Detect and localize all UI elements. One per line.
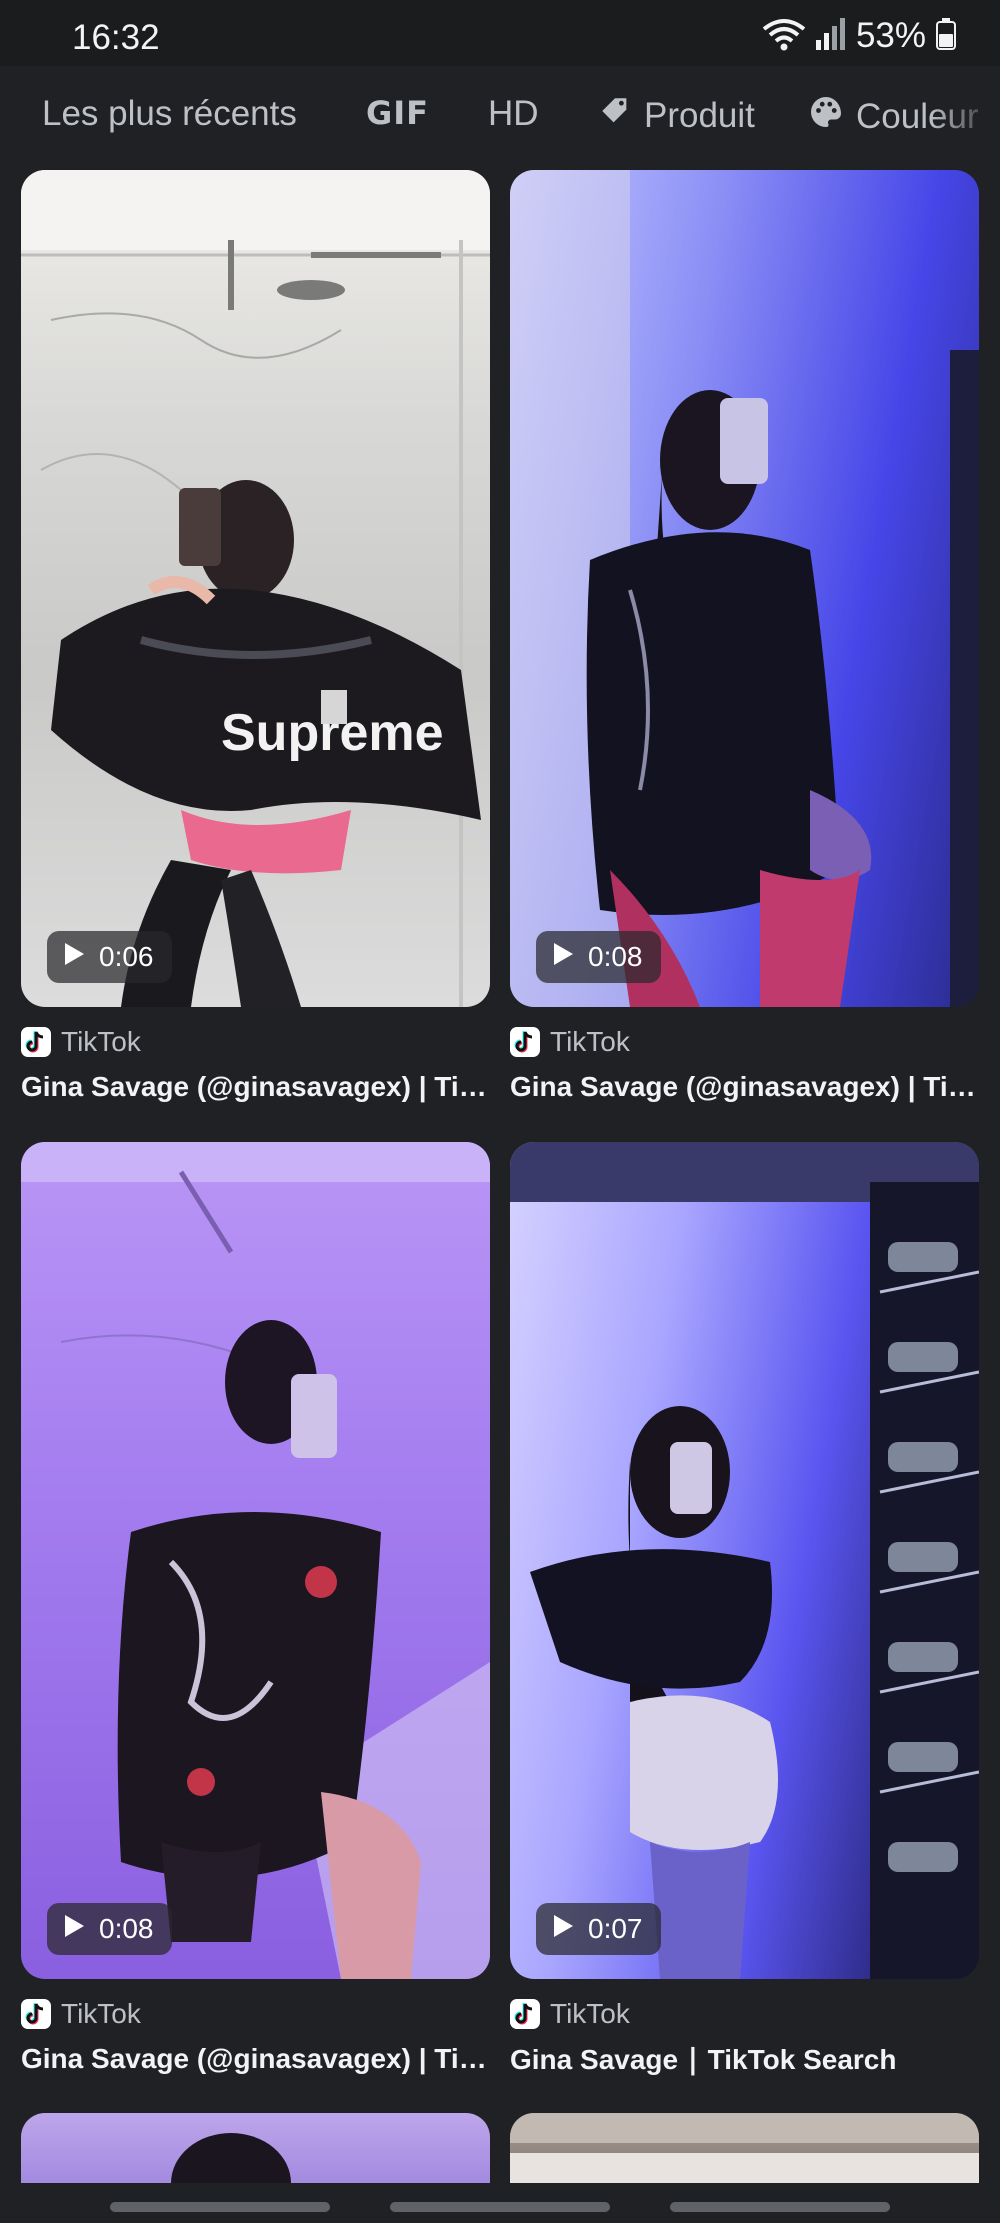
- battery-percent: 53%: [855, 16, 926, 55]
- status-icons: 53%: [762, 16, 956, 56]
- filter-bar: Les plus récents GIF HD Produit Couleur: [0, 66, 1000, 172]
- source-name: TikTok: [550, 1998, 630, 2029]
- filter-label: Les plus récents: [42, 94, 297, 133]
- source-name: TikTok: [550, 1026, 630, 1057]
- filter-fade: [930, 66, 1000, 172]
- video-thumbnail[interactable]: 0:07: [510, 1142, 979, 1979]
- source-name: TikTok: [61, 1026, 141, 1057]
- filter-recent[interactable]: Les plus récents: [42, 94, 297, 134]
- result-source: TikTok: [21, 1025, 490, 1059]
- tiktok-icon: [21, 1999, 51, 2029]
- play-icon: [63, 1913, 85, 1945]
- thumbnail-image: [510, 170, 979, 1007]
- filter-hd[interactable]: HD: [488, 94, 539, 134]
- filter-label: HD: [488, 94, 539, 133]
- filter-gif[interactable]: GIF: [366, 94, 429, 132]
- play-icon: [552, 941, 574, 973]
- thumbnail-image: Supreme: [21, 170, 490, 1007]
- result-card[interactable]: 0:08 TikTok Gina Savage (@ginasavagex) |…: [21, 1142, 490, 2075]
- result-title[interactable]: Gina Savage (@ginasavagex) | TikTok: [21, 1071, 490, 1103]
- video-thumbnail[interactable]: 0:08: [21, 1142, 490, 1979]
- duration-badge: 0:06: [47, 931, 172, 983]
- video-thumbnail[interactable]: Supreme 0:06: [21, 170, 490, 1007]
- result-card[interactable]: 0:08 TikTok Gina Savage (@ginasavagex) |…: [510, 170, 979, 1103]
- result-card[interactable]: 0:07 TikTok Gina Savage ∣ TikTok Search: [510, 1142, 979, 2076]
- duration-text: 0:08: [99, 1913, 154, 1944]
- play-icon: [552, 1913, 574, 1945]
- result-source: TikTok: [21, 1997, 490, 2031]
- nav-handle[interactable]: [390, 2202, 610, 2212]
- tag-icon: [598, 94, 632, 137]
- signal-icon: [815, 17, 846, 55]
- wifi-icon: [762, 17, 806, 56]
- tiktok-icon: [510, 1999, 540, 2029]
- filter-label: Produit: [644, 95, 755, 135]
- duration-badge: 0:07: [536, 1903, 661, 1955]
- duration-text: 0:06: [99, 941, 154, 972]
- nav-handle[interactable]: [670, 2202, 890, 2212]
- duration-badge: 0:08: [47, 1903, 172, 1955]
- battery-icon: [936, 17, 956, 55]
- nav-handle[interactable]: [110, 2202, 330, 2212]
- result-title[interactable]: Gina Savage ∣ TikTok Search: [510, 2043, 979, 2076]
- result-source: TikTok: [510, 1025, 979, 1059]
- thumbnail-image: [21, 1142, 490, 1979]
- duration-text: 0:08: [588, 941, 643, 972]
- status-time: 16:32: [72, 18, 160, 57]
- tiktok-icon: [21, 1027, 51, 1057]
- video-thumbnail[interactable]: 0:08: [510, 170, 979, 1007]
- palette-icon: [808, 94, 844, 139]
- thumbnail-image: [510, 1142, 979, 1979]
- duration-text: 0:07: [588, 1913, 643, 1944]
- filter-label: GIF: [366, 94, 430, 132]
- status-bar: 16:32 53%: [0, 0, 1000, 66]
- result-title[interactable]: Gina Savage (@ginasavagex) | TikTok: [21, 2043, 490, 2075]
- result-title[interactable]: Gina Savage (@ginasavagex) | TikTok: [510, 1071, 979, 1103]
- play-icon: [63, 941, 85, 973]
- result-source: TikTok: [510, 1997, 979, 2031]
- tiktok-icon: [510, 1027, 540, 1057]
- source-name: TikTok: [61, 1998, 141, 2029]
- duration-badge: 0:08: [536, 931, 661, 983]
- result-card[interactable]: Supreme 0:06 TikTok Gina Savage (@ginasa…: [21, 170, 490, 1103]
- filter-product[interactable]: Produit: [598, 94, 755, 137]
- navigation-bar: [0, 2190, 1000, 2223]
